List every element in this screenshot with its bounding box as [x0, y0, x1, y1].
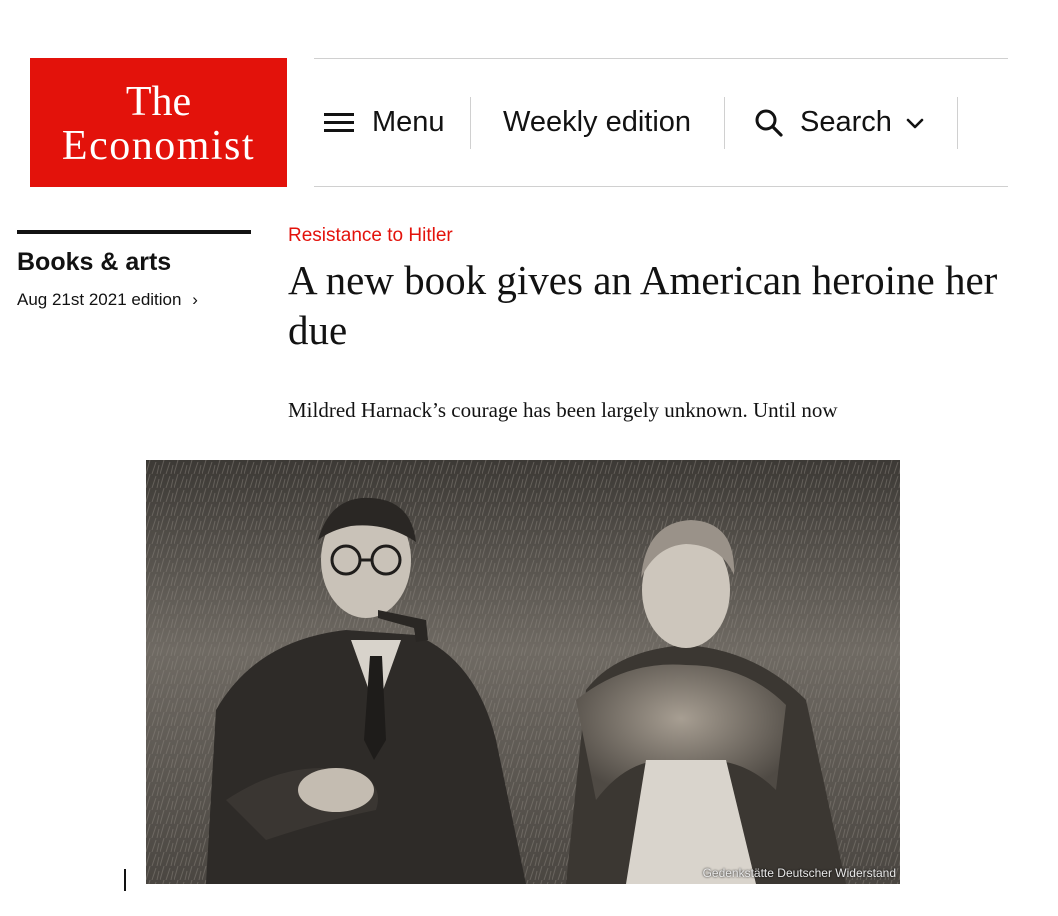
section-link-books-arts[interactable]: Books & arts	[17, 248, 171, 277]
search-label: Search	[800, 106, 892, 138]
chevron-down-icon	[906, 118, 924, 128]
economist-logo[interactable]: The Economist	[30, 58, 287, 187]
menu-button[interactable]: Menu	[324, 59, 445, 186]
article-subheadline: Mildred Harnack’s courage has been large…	[288, 398, 838, 422]
logo-line-2: Economist	[61, 122, 256, 169]
nav-separator	[724, 97, 725, 149]
section-rule	[17, 230, 251, 234]
top-navigation: Menu Weekly edition Search	[314, 59, 1008, 186]
article-rubric[interactable]: Resistance to Hitler	[288, 225, 453, 247]
article-headline: A new book gives an American heroine her…	[288, 257, 998, 353]
photo-credit: Gedenkstätte Deutscher Widerstand	[702, 866, 896, 880]
hamburger-icon	[324, 112, 354, 134]
article-photo: Gedenkstätte Deutscher Widerstand	[146, 460, 900, 884]
text-cursor	[124, 869, 126, 891]
chevron-right-icon: ›	[192, 290, 198, 309]
logo-line-1: The	[125, 78, 192, 125]
nav-bottom-divider	[314, 186, 1008, 187]
photo-illustration	[146, 460, 900, 884]
nav-separator	[957, 97, 958, 149]
nav-separator	[470, 97, 471, 149]
search-icon	[755, 109, 783, 137]
weekly-edition-label: Weekly edition	[503, 106, 692, 138]
edition-link[interactable]: Aug 21st 2021 edition ›	[17, 290, 198, 310]
menu-label: Menu	[372, 106, 445, 138]
weekly-edition-link[interactable]: Weekly edition	[503, 59, 691, 186]
edition-label: Aug 21st 2021 edition	[17, 290, 182, 309]
search-button[interactable]: Search	[754, 59, 924, 186]
